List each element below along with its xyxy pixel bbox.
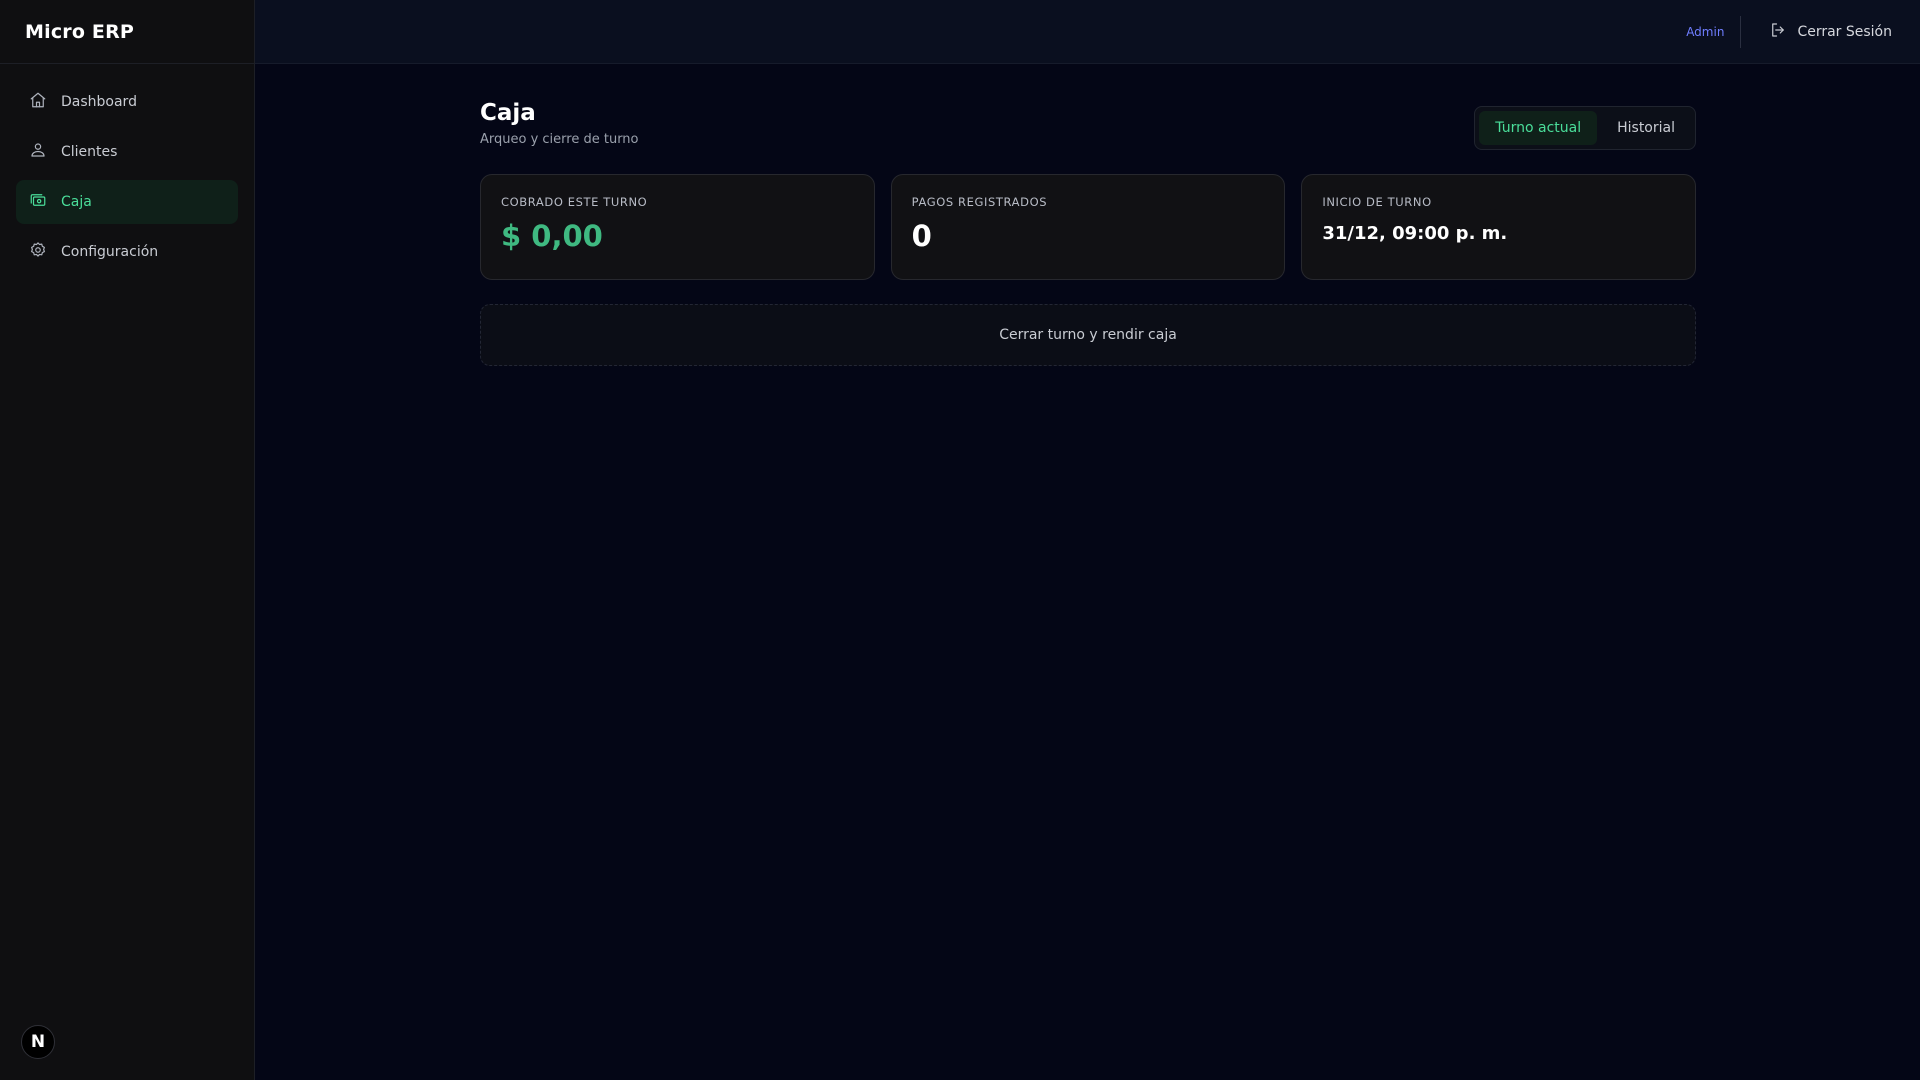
tab-historial[interactable]: Historial bbox=[1601, 111, 1691, 145]
sidebar: Micro ERP Dashboard Clientes Caja Config… bbox=[0, 0, 255, 1080]
logout-label: Cerrar Sesión bbox=[1797, 23, 1892, 40]
stat-card-inicio: Inicio de turno 31/12, 09:00 p. m. bbox=[1301, 174, 1697, 280]
app-root: Micro ERP Dashboard Clientes Caja Config… bbox=[0, 0, 1920, 1080]
page-title: Caja bbox=[480, 100, 536, 126]
page-subtitle: Arqueo y cierre de turno bbox=[480, 132, 639, 147]
stat-label: Pagos registrados bbox=[911, 195, 1048, 209]
close-shift-button[interactable]: Cerrar turno y rendir caja bbox=[480, 304, 1696, 366]
stat-card-pagos: Pagos registrados 0 bbox=[890, 174, 1286, 280]
stat-value: $ 0,00 bbox=[501, 219, 603, 253]
gear-icon bbox=[29, 241, 47, 263]
framework-badge[interactable]: N bbox=[21, 1025, 55, 1059]
logout-icon bbox=[1769, 21, 1787, 43]
topbar-divider bbox=[1740, 15, 1742, 48]
users-icon bbox=[29, 141, 47, 163]
tab-turno-actual[interactable]: Turno actual bbox=[1479, 111, 1598, 145]
sidebar-nav: Dashboard Clientes Caja Configuración bbox=[0, 64, 254, 290]
page-content: Caja Arqueo y cierre de turno Turno actu… bbox=[255, 64, 1697, 366]
stat-label: Inicio de turno bbox=[1322, 195, 1432, 209]
main-area: Admin Cerrar Sesión Caja Arqueo y cierre… bbox=[255, 0, 1920, 1080]
page-header: Caja Arqueo y cierre de turno Turno actu… bbox=[480, 98, 1696, 150]
stats-cards: Cobrado este turno $ 0,00 Pagos registra… bbox=[480, 174, 1697, 280]
view-tabs: Turno actual Historial bbox=[1474, 106, 1696, 150]
logout-button[interactable]: Cerrar Sesión bbox=[1769, 21, 1892, 43]
stat-label: Cobrado este turno bbox=[501, 195, 648, 209]
cash-register-icon bbox=[29, 191, 47, 213]
sidebar-item-label: Configuración bbox=[61, 244, 159, 260]
sidebar-item-label: Caja bbox=[61, 194, 92, 210]
stat-value: 31/12, 09:00 p. m. bbox=[1322, 223, 1508, 244]
home-icon bbox=[29, 91, 47, 113]
sidebar-item-label: Clientes bbox=[61, 144, 118, 160]
brand-title: Micro ERP bbox=[0, 0, 254, 64]
sidebar-item-caja[interactable]: Caja bbox=[16, 180, 238, 224]
sidebar-item-label: Dashboard bbox=[61, 94, 137, 110]
sidebar-item-configuracion[interactable]: Configuración bbox=[16, 230, 238, 274]
sidebar-item-clientes[interactable]: Clientes bbox=[16, 130, 238, 174]
topbar: Admin Cerrar Sesión bbox=[255, 0, 1920, 64]
stat-card-cobrado: Cobrado este turno $ 0,00 bbox=[480, 174, 875, 280]
admin-link[interactable]: Admin bbox=[1686, 25, 1724, 39]
stat-value: 0 bbox=[911, 219, 932, 253]
sidebar-item-dashboard[interactable]: Dashboard bbox=[16, 80, 238, 124]
